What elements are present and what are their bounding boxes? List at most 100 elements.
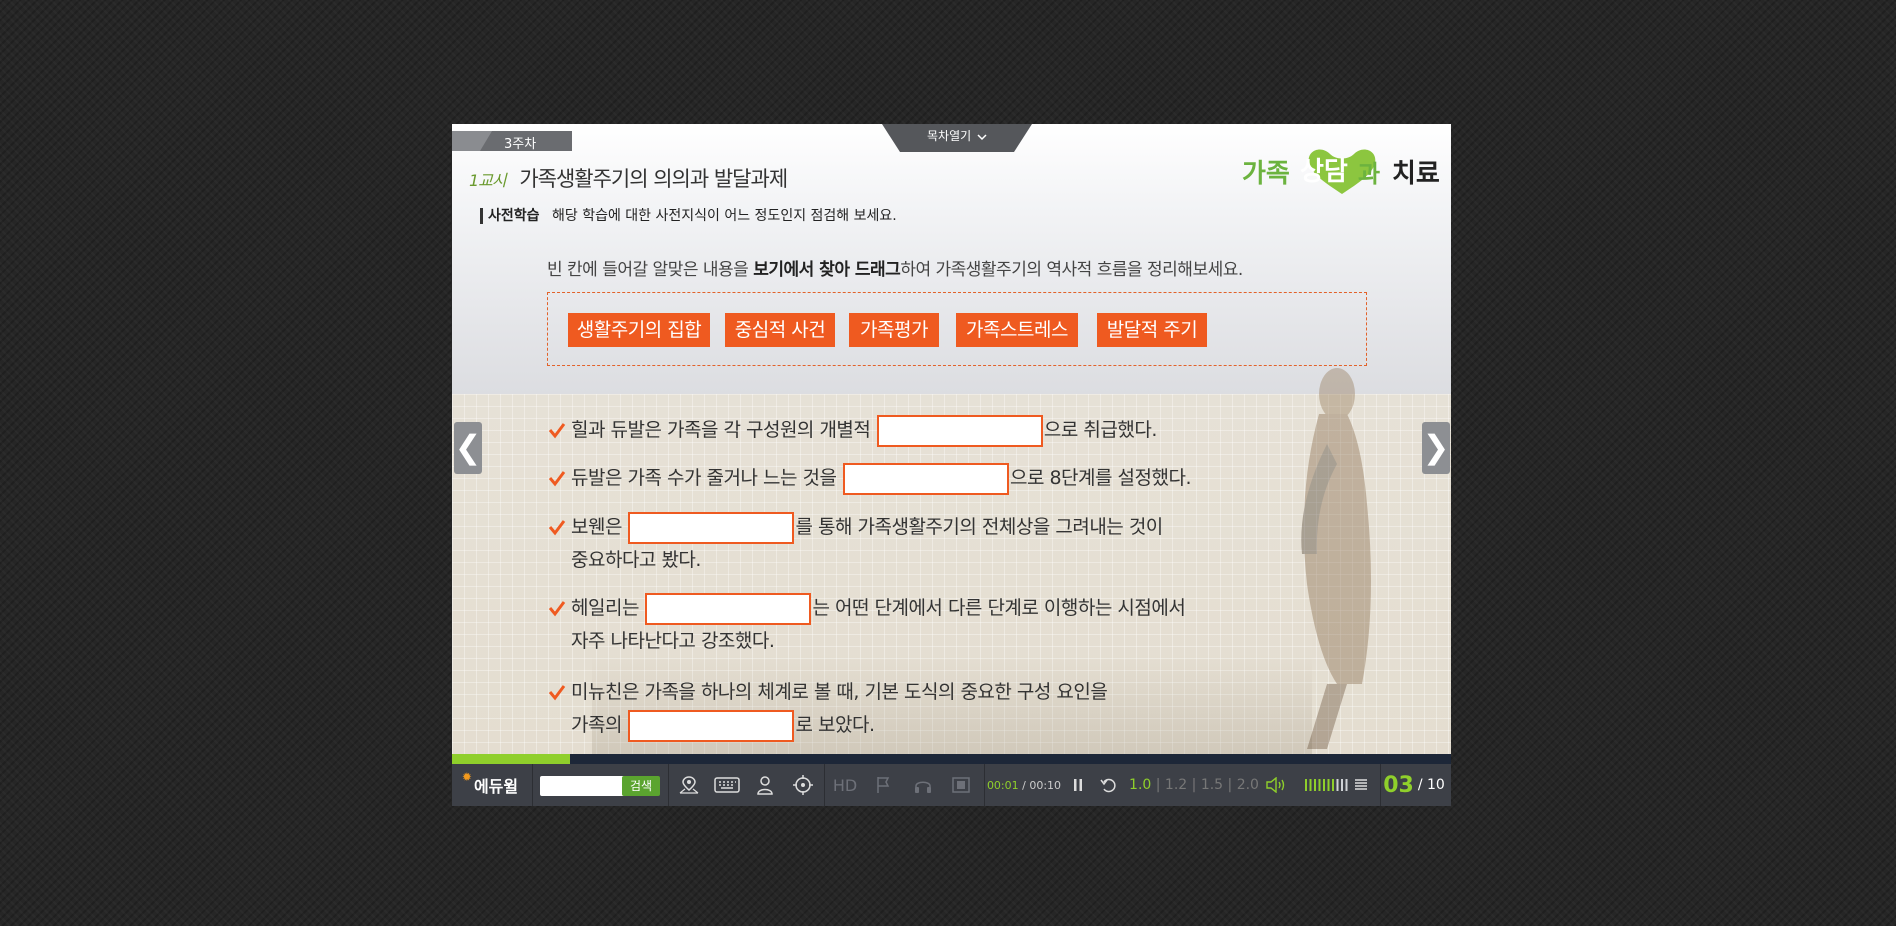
menu-icon	[1355, 779, 1367, 790]
pre-study-text: 해당 학습에 대한 사전지식이 어느 정도인지 점검해 보세요.	[551, 208, 897, 224]
map-button[interactable]	[670, 764, 708, 806]
drop-blank[interactable]	[628, 709, 795, 742]
fullscreen-icon	[952, 777, 970, 793]
instruction-before: 빈 칸에 들어갈 알맞은 내용을	[547, 260, 754, 280]
flag-icon	[877, 777, 890, 793]
pause-icon	[1074, 779, 1082, 791]
logo-text-1: 가족	[1242, 159, 1290, 189]
brand-logo: ✹ 에듀윌	[458, 764, 522, 806]
time-current: 00:01	[986, 778, 1019, 792]
option-chip[interactable]: 가족평가	[849, 313, 939, 347]
menu-button[interactable]	[1344, 764, 1378, 806]
option-chip[interactable]: 생활주기의 집합	[568, 313, 710, 347]
instruction-bold: 보기에서 찾아 드래그	[753, 260, 901, 280]
chevron-down-icon	[977, 133, 987, 140]
question-text: 보웬은	[571, 516, 628, 538]
speed-separator: |	[1155, 777, 1161, 793]
next-page-button[interactable]: ❯	[1422, 422, 1450, 474]
speed-option[interactable]: 1.5	[1201, 777, 1223, 793]
speed-option[interactable]: 1.2	[1165, 777, 1187, 793]
lesson-title: 1교시 가족생활주기의 의의과 발달과제	[469, 163, 788, 193]
playback-time: 00:01 / 00:10	[986, 764, 1062, 806]
instruction-text: 빈 칸에 들어갈 알맞은 내용을 보기에서 찾아 드래그하여 가족생활주기의 역…	[547, 255, 1243, 280]
question-text: 으로 8단계를 설정했다.	[1009, 467, 1192, 489]
checkmark-icon	[548, 423, 566, 439]
hd-button[interactable]: HD	[826, 764, 864, 806]
toc-open-button[interactable]: 목차열기	[882, 124, 1032, 152]
page-indicator: 03/ 10	[1382, 764, 1446, 806]
logo-text-4: 치료	[1392, 159, 1440, 189]
volume-bar	[1336, 779, 1339, 791]
volume-bar	[1314, 779, 1316, 791]
speed-separator: |	[1191, 777, 1197, 793]
checkmark-icon	[548, 520, 566, 536]
keyboard-icon	[714, 777, 740, 793]
drag-options-box: 생활주기의 집합 중심적 사건 가족평가 가족스트레스 발달적 주기	[547, 292, 1367, 366]
prev-page-button[interactable]: ❮	[454, 422, 482, 474]
mute-button[interactable]	[1258, 764, 1294, 806]
week-tab: 3주차	[452, 131, 572, 152]
drop-blank[interactable]	[876, 414, 1043, 447]
question-text: 를 통해 가족생활주기의 전체상을 그려내는 것이	[795, 516, 1163, 538]
bookmark-button[interactable]	[864, 764, 902, 806]
logo-text-3: 과	[1358, 160, 1380, 188]
search-button[interactable]: 검색	[622, 776, 660, 796]
profile-button[interactable]	[746, 764, 784, 806]
question-text: 힐과 듀발은 가족을 각 구성원의 개별적	[571, 419, 876, 441]
headphones-icon	[915, 781, 931, 793]
question-text: 는 어떤 단계에서 다른 단계로 이행하는 시점에서	[812, 597, 1186, 619]
focus-button[interactable]	[784, 764, 822, 806]
speaker-icon	[1266, 777, 1285, 793]
drop-blank[interactable]	[842, 462, 1009, 495]
volume-bar	[1323, 779, 1325, 791]
question-text: 로 보았다.	[795, 714, 875, 736]
instruction-after: 하여 가족생활주기의 역사적 흐름을 정리해보세요.	[900, 260, 1243, 280]
pause-button[interactable]	[1064, 764, 1092, 806]
question-text: 으로 취급했다.	[1043, 419, 1157, 441]
question-text: 자주 나타난다고 강조했다.	[571, 630, 775, 652]
background-kangaroo-image	[1301, 368, 1371, 749]
pre-study-line: 사전학습 해당 학습에 대한 사전지식이 어느 정도인지 점검해 보세요.	[480, 205, 897, 225]
checkmark-icon	[548, 685, 566, 701]
sun-icon: ✹	[461, 770, 472, 784]
course-logo: 가족 상담 과 치료	[1242, 149, 1440, 194]
question-text: 미뉴친은 가족을 하나의 체계로 볼 때, 기본 도식의 중요한 구성 요인을	[571, 681, 1108, 703]
page-total: / 10	[1417, 777, 1445, 793]
volume-bar	[1318, 779, 1321, 791]
speed-option[interactable]: 2.0	[1237, 777, 1259, 793]
speed-selector: 1.0 | 1.2 | 1.5 | 2.0	[1129, 764, 1259, 806]
checkmark-icon	[548, 471, 566, 487]
lesson-number: 1교시	[469, 171, 507, 190]
fullscreen-button[interactable]	[942, 764, 980, 806]
question-text: 가족의	[571, 714, 628, 736]
speed-option[interactable]: 1.0	[1129, 777, 1151, 793]
checkmark-icon	[548, 601, 566, 617]
question-text: 중요하다고 봤다.	[571, 549, 701, 571]
option-chip[interactable]: 발달적 주기	[1097, 313, 1207, 347]
volume-bar	[1305, 779, 1307, 791]
volume-bar	[1327, 779, 1330, 791]
option-chip[interactable]: 중심적 사건	[725, 313, 835, 347]
volume-bar	[1332, 779, 1334, 791]
replay-button[interactable]	[1094, 764, 1124, 806]
page-current: 03	[1383, 772, 1414, 798]
keyboard-button[interactable]	[708, 764, 746, 806]
playback-progress-fill	[452, 754, 570, 764]
playback-progress-bar[interactable]	[452, 754, 1451, 764]
question-text: 헤일리는	[571, 597, 645, 619]
drop-blank[interactable]	[628, 511, 795, 544]
toc-open-label: 목차열기	[927, 129, 972, 143]
replay-icon	[1100, 778, 1116, 793]
drop-blank[interactable]	[645, 592, 812, 625]
lesson-title-text: 가족생활주기의 의의과 발달과제	[519, 167, 788, 191]
player-control-bar: ✹ 에듀윌 검색 HD 00:01 / 00:10 1.0 | 1.2 | 1.…	[452, 764, 1451, 806]
lesson-stage: 3주차 목차열기 1교시 가족생활주기의 의의과 발달과제 사전학습 해당 학습…	[452, 124, 1451, 754]
volume-bar	[1341, 779, 1343, 791]
brand-name: 에듀윌	[473, 777, 519, 796]
option-chip[interactable]: 가족스트레스	[956, 313, 1078, 347]
volume-bar	[1309, 779, 1312, 791]
search-input[interactable]	[540, 776, 626, 796]
week-label: 3주차	[504, 137, 537, 152]
crosshair-icon	[793, 775, 813, 795]
audio-button[interactable]	[904, 764, 942, 806]
